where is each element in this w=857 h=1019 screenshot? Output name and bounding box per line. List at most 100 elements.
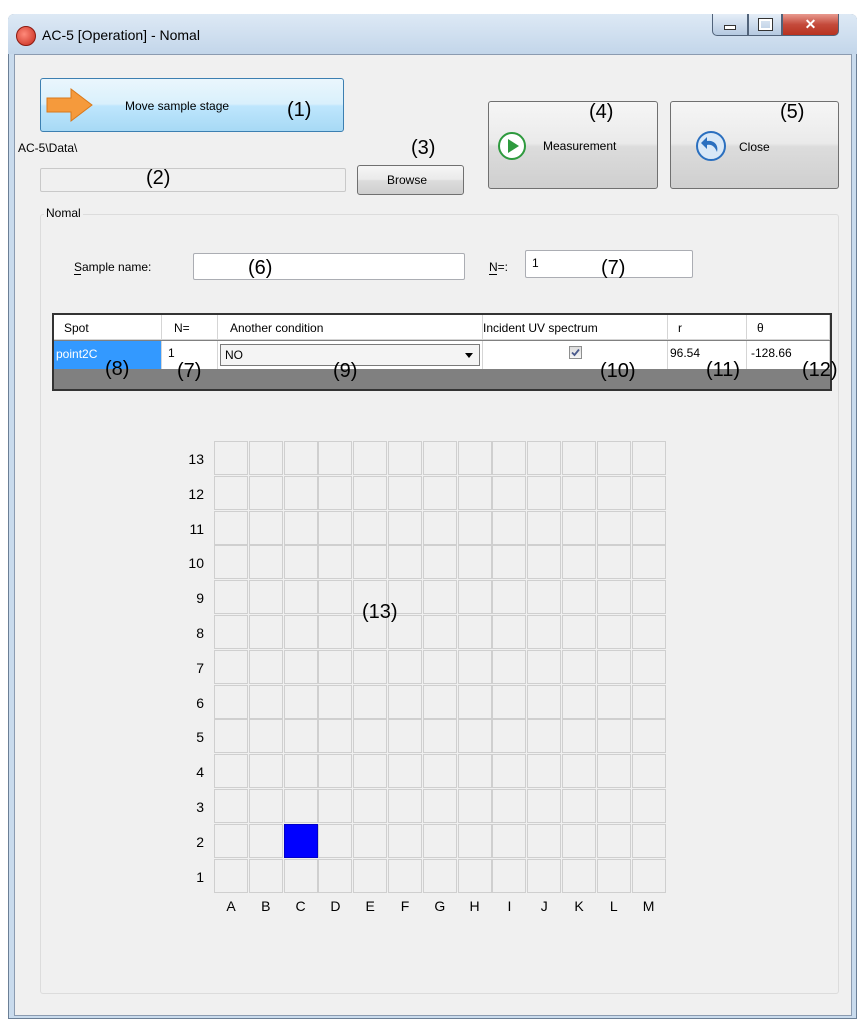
grid-cell-K2[interactable] [562,823,596,858]
grid-cell-A12[interactable] [214,475,248,510]
grid-cell-F6[interactable] [388,684,422,719]
grid-cell-I7[interactable] [492,649,527,684]
grid-cell-H6[interactable] [457,684,492,719]
grid-cell-E11[interactable] [353,510,388,545]
grid-cell-C1[interactable] [283,858,318,893]
window-close-button[interactable]: ✕ [782,14,839,36]
grid-cell-J6[interactable] [527,684,562,719]
grid-cell-E13[interactable] [353,441,388,475]
grid-cell-C8[interactable] [283,615,318,649]
browse-button[interactable]: Browse [357,165,464,195]
grid-cell-G7[interactable] [422,649,457,684]
grid-cell-I9[interactable] [492,580,527,615]
grid-cell-B2[interactable] [248,823,283,858]
grid-cell-K11[interactable] [562,510,596,545]
grid-cell-E6[interactable] [353,684,388,719]
grid-cell-A2[interactable] [214,823,248,858]
grid-cell-B5[interactable] [248,719,283,754]
grid-cell-I10[interactable] [492,545,527,580]
grid-cell-M1[interactable] [631,858,666,893]
grid-cell-D5[interactable] [318,719,353,754]
grid-cell-D6[interactable] [318,684,353,719]
grid-cell-K13[interactable] [562,441,596,475]
grid-cell-I11[interactable] [492,510,527,545]
grid-cell-F4[interactable] [388,754,422,789]
grid-cell-C7[interactable] [283,649,318,684]
grid-cell-H7[interactable] [457,649,492,684]
grid-cell-A1[interactable] [214,858,248,893]
grid-cell-D12[interactable] [318,475,353,510]
grid-cell-L5[interactable] [596,719,631,754]
header-theta[interactable]: θ [747,315,830,340]
grid-cell-J12[interactable] [527,475,562,510]
grid-cell-J4[interactable] [527,754,562,789]
grid-cell-D2[interactable] [318,823,353,858]
data-path-field[interactable] [40,168,346,192]
grid-cell-A11[interactable] [214,510,248,545]
grid-cell-I2[interactable] [492,823,527,858]
grid-cell-E1[interactable] [353,858,388,893]
grid-cell-C9[interactable] [283,580,318,615]
grid-cell-F13[interactable] [388,441,422,475]
grid-cell-H13[interactable] [457,441,492,475]
grid-cell-G2[interactable] [422,823,457,858]
grid-cell-B6[interactable] [248,684,283,719]
grid-cell-D4[interactable] [318,754,353,789]
grid-cell-G8[interactable] [422,615,457,649]
grid-cell-E12[interactable] [353,475,388,510]
grid-cell-D9[interactable] [318,580,353,615]
grid-cell-F12[interactable] [388,475,422,510]
grid-cell-L3[interactable] [596,789,631,823]
grid-cell-M11[interactable] [631,510,666,545]
grid-cell-I3[interactable] [492,789,527,823]
grid-cell-A13[interactable] [214,441,248,475]
grid-cell-J5[interactable] [527,719,562,754]
grid-cell-F11[interactable] [388,510,422,545]
grid-cell-E7[interactable] [353,649,388,684]
grid-cell-C2[interactable] [283,823,318,858]
grid-cell-M10[interactable] [631,545,666,580]
grid-cell-B8[interactable] [248,615,283,649]
grid-cell-I4[interactable] [492,754,527,789]
grid-cell-E10[interactable] [353,545,388,580]
grid-cell-K12[interactable] [562,475,596,510]
grid-cell-G1[interactable] [422,858,457,893]
grid-cell-M5[interactable] [631,719,666,754]
grid-cell-C12[interactable] [283,475,318,510]
grid-cell-K6[interactable] [562,684,596,719]
grid-cell-H2[interactable] [457,823,492,858]
grid-cell-J9[interactable] [527,580,562,615]
grid-cell-I12[interactable] [492,475,527,510]
uv-checkbox[interactable] [569,346,582,359]
grid-cell-K10[interactable] [562,545,596,580]
grid-cell-D11[interactable] [318,510,353,545]
grid-cell-L6[interactable] [596,684,631,719]
grid-cell-M9[interactable] [631,580,666,615]
grid-cell-A7[interactable] [214,649,248,684]
grid-cell-B10[interactable] [248,545,283,580]
grid-cell-F5[interactable] [388,719,422,754]
grid-cell-K7[interactable] [562,649,596,684]
grid-cell-J10[interactable] [527,545,562,580]
grid-cell-I13[interactable] [492,441,527,475]
grid-cell-L8[interactable] [596,615,631,649]
grid-cell-A8[interactable] [214,615,248,649]
grid-cell-H10[interactable] [457,545,492,580]
grid-cell-H3[interactable] [457,789,492,823]
grid-cell-M13[interactable] [631,441,666,475]
grid-cell-L1[interactable] [596,858,631,893]
grid-cell-L13[interactable] [596,441,631,475]
grid-cell-A5[interactable] [214,719,248,754]
grid-cell-J1[interactable] [527,858,562,893]
grid-cell-K3[interactable] [562,789,596,823]
grid-cell-E2[interactable] [353,823,388,858]
grid-cell-A3[interactable] [214,789,248,823]
grid-cell-F3[interactable] [388,789,422,823]
grid-cell-K9[interactable] [562,580,596,615]
grid-cell-L10[interactable] [596,545,631,580]
grid-cell-C5[interactable] [283,719,318,754]
grid-cell-H11[interactable] [457,510,492,545]
grid-cell-B13[interactable] [248,441,283,475]
grid-cell-C10[interactable] [283,545,318,580]
grid-cell-L9[interactable] [596,580,631,615]
